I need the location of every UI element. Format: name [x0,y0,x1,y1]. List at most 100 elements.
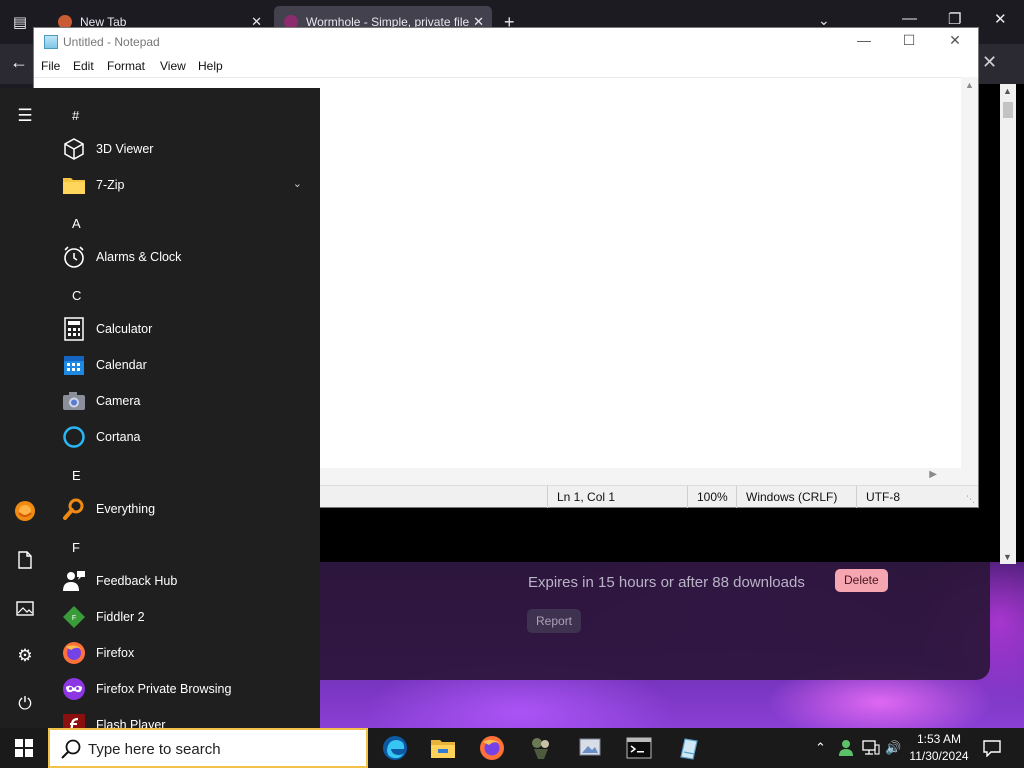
menu-edit[interactable]: Edit [73,59,94,73]
start-menu: ☰ ⚙ ⏻ # 3D Viewer 7-Zip ⌄ A Alarms & Clo… [0,88,320,736]
app-everything[interactable]: Everything [62,492,312,526]
calculator-icon [62,317,86,341]
app-label: 7-Zip [96,178,125,192]
app-icon[interactable] [522,732,560,764]
svg-text:F: F [72,615,76,622]
cube-icon [62,137,86,161]
close-window-icon[interactable]: ✕ [994,10,1007,28]
show-hidden-icons-chevron-icon[interactable]: ⌃ [815,728,826,768]
wormhole-favicon-icon [284,15,298,29]
user-status-icon[interactable] [838,728,854,768]
edge-icon[interactable] [376,732,414,764]
app-calculator[interactable]: Calculator [62,312,312,346]
notepad-titlebar[interactable]: Untitled - Notepad — ☐ ✕ [34,28,978,56]
scroll-up-arrow-icon[interactable]: ▲ [1003,86,1012,96]
calendar-icon [62,353,86,377]
cortana-icon [62,425,86,449]
app-7-zip[interactable]: 7-Zip ⌄ [62,168,312,202]
photos-icon[interactable] [571,732,609,764]
close-icon[interactable]: ✕ [932,32,978,49]
delete-button[interactable]: Delete [835,569,888,592]
taskbar-search-box[interactable]: Type here to search [48,728,368,768]
encoding: UTF-8 [856,486,956,508]
section-header-c[interactable]: C [72,288,81,303]
chevron-down-icon[interactable]: ⌄ [293,177,302,190]
app-label: Everything [96,502,156,516]
expiry-text: Expires in 15 hours or after 88 download… [528,574,805,591]
documents-icon[interactable] [12,547,38,573]
section-header-hash[interactable]: # [72,108,79,123]
app-fiddler-2[interactable]: F Fiddler 2 [62,600,312,634]
resize-grip-icon[interactable]: ⋱ [966,494,975,505]
windows-start-icon[interactable] [0,728,48,768]
feedback-icon [62,569,86,593]
app-label: Alarms & Clock [96,250,182,264]
camera-icon [62,389,86,413]
terminal-icon[interactable] [620,732,658,764]
paint-icon[interactable] [669,732,707,764]
pictures-icon[interactable] [12,595,38,621]
app-firefox[interactable]: Firefox [62,636,312,670]
maximize-icon[interactable]: ☐ [886,32,932,49]
window-title: Untitled - Notepad [63,35,160,49]
page-scrollbar[interactable]: ▲ ▼ [1000,84,1016,564]
list-all-tabs-chevron-icon[interactable]: ⌄ [818,12,830,29]
scroll-up-arrow-icon[interactable]: ▲ [965,80,974,90]
app-firefox-private[interactable]: Firefox Private Browsing [62,672,312,706]
menu-file[interactable]: File [41,59,60,73]
tab-list-icon[interactable]: ▤ [9,12,31,32]
back-arrow-icon[interactable]: ← [10,52,28,73]
close-panel-icon[interactable]: ✕ [982,52,997,73]
hamburger-menu-icon[interactable]: ☰ [12,103,38,129]
app-label: Camera [96,394,141,408]
taskbar: Type here to search ⌃ 🔊 1:53 AM 11/30/20… [0,728,1024,768]
user-avatar-icon[interactable] [12,498,38,524]
app-label: Cortana [96,430,141,444]
firefox-private-icon [62,677,86,701]
tab-title: Wormhole - Simple, private file [306,15,470,29]
menu-help[interactable]: Help [198,59,223,73]
clock-date: 11/30/2024 [909,749,969,763]
vertical-scrollbar[interactable]: ▲ ▼ [961,77,978,496]
app-3d-viewer[interactable]: 3D Viewer [62,132,312,166]
folder-icon [62,173,86,197]
cursor-position: Ln 1, Col 1 [547,486,687,508]
network-icon[interactable] [862,728,880,768]
section-header-a[interactable]: A [72,216,81,231]
scroll-down-arrow-icon[interactable]: ▼ [1003,552,1012,562]
section-header-e[interactable]: E [72,468,81,483]
notification-icon[interactable] [980,736,1004,760]
app-calendar[interactable]: Calendar [62,348,312,382]
search-icon [60,738,82,760]
search-placeholder: Type here to search [88,741,221,758]
app-camera[interactable]: Camera [62,384,312,418]
fiddler-icon: F [62,605,86,629]
zoom-level: 100% [687,486,736,508]
report-button[interactable]: Report [527,609,582,633]
app-alarms-clock[interactable]: Alarms & Clock [62,240,312,274]
minimize-icon[interactable]: — [902,10,917,27]
section-header-f[interactable]: F [72,540,80,555]
file-explorer-icon[interactable] [424,732,462,764]
menu-view[interactable]: View [160,59,186,73]
volume-icon[interactable]: 🔊 [885,728,901,768]
app-feedback-hub[interactable]: Feedback Hub [62,564,312,598]
app-label: Fiddler 2 [96,610,145,624]
system-clock[interactable]: 1:53 AM 11/30/2024 [908,731,970,765]
app-label: Calculator [96,322,153,336]
scroll-thumb[interactable] [1003,102,1013,118]
firefox-icon[interactable] [473,732,511,764]
app-label: 3D Viewer [96,142,154,156]
menu-format[interactable]: Format [107,59,145,73]
minimize-icon[interactable]: — [841,32,887,48]
line-endings: Windows (CRLF) [736,486,856,508]
notepad-icon [44,35,58,49]
settings-gear-icon[interactable]: ⚙ [12,643,38,669]
app-label: Feedback Hub [96,574,178,588]
restore-icon[interactable]: ❐ [948,10,961,28]
power-icon[interactable]: ⏻ [12,691,38,717]
file-share-card: Expires in 15 hours or after 88 download… [320,562,990,680]
desktop: ▤ New Tab ✕ Wormhole - Simple, private f… [0,0,1024,768]
app-cortana[interactable]: Cortana [62,420,312,454]
scroll-right-arrow-icon[interactable]: ▶ [929,469,937,480]
